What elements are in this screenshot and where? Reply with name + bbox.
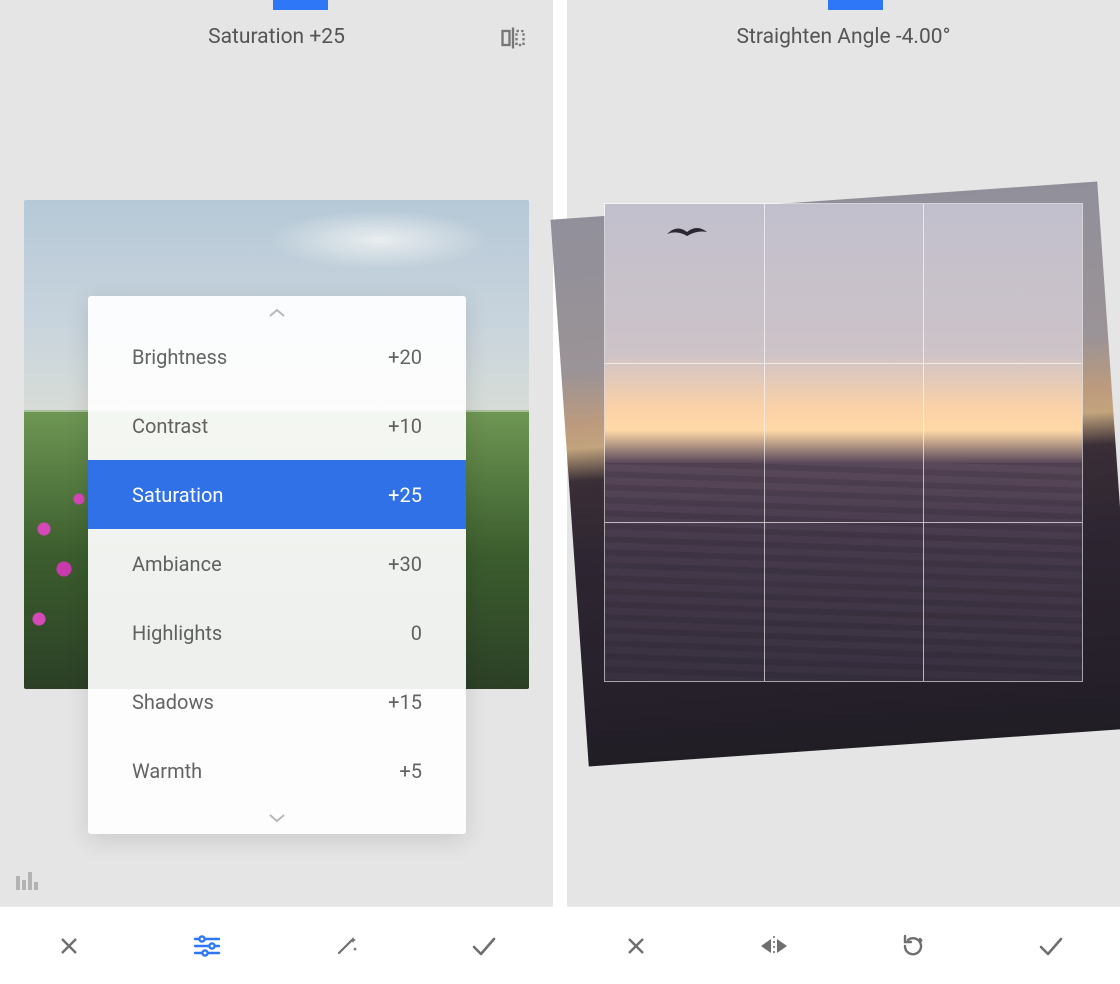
check-icon	[1037, 934, 1065, 958]
grid-line-h2	[605, 522, 1082, 523]
photo-detail-waves	[605, 463, 1082, 681]
adjust-value: +5	[399, 759, 422, 783]
adjustment-panel[interactable]: Brightness +20 Contrast +10 Saturation +25 Amb…	[88, 296, 466, 834]
adjust-value: +30	[388, 552, 422, 576]
header: Straighten Angle -4.00°	[567, 0, 1120, 74]
compare-icon	[499, 24, 527, 52]
bottom-toolbar	[567, 906, 1120, 984]
rotate-button[interactable]	[889, 922, 937, 970]
chevron-up-icon[interactable]	[88, 296, 466, 322]
adjust-row-warmth[interactable]: Warmth +5	[88, 736, 466, 805]
adjust-row-contrast[interactable]: Contrast +10	[88, 391, 466, 460]
adjustment-list: Brightness +20 Contrast +10 Saturation +25 Amb…	[88, 322, 466, 805]
confirm-button[interactable]	[460, 922, 508, 970]
auto-enhance-button[interactable]	[322, 922, 370, 970]
adjust-label: Shadows	[132, 690, 214, 714]
adjust-value: 0	[411, 621, 422, 645]
grid-line-v2	[923, 204, 924, 681]
photo-preview	[605, 204, 1082, 681]
adjust-label: Contrast	[132, 414, 208, 438]
adjust-label: Warmth	[132, 759, 202, 783]
adjust-label: Ambiance	[132, 552, 222, 576]
adjust-row-shadows[interactable]: Shadows +15	[88, 667, 466, 736]
adjust-sliders-icon	[193, 934, 221, 958]
grid-line-h1	[605, 363, 1082, 364]
edit-screen-tune: Saturation +25 Brightness +20 Contrast +10 S…	[0, 0, 553, 984]
rotate-ccw-icon	[900, 933, 926, 959]
adjust-label: Saturation	[132, 483, 223, 507]
rotation-wrapper	[581, 160, 1106, 790]
adjust-row-brightness[interactable]: Brightness +20	[88, 322, 466, 391]
adjust-label: Highlights	[132, 621, 222, 645]
adjust-value: +20	[388, 345, 422, 369]
adjust-row-highlights[interactable]: Highlights 0	[88, 598, 466, 667]
chevron-down-icon[interactable]	[88, 805, 466, 831]
bottom-toolbar	[0, 906, 553, 984]
header-title: Saturation +25	[208, 25, 345, 49]
crop-frame[interactable]	[605, 204, 1082, 681]
photo-detail-clouds	[269, 210, 489, 270]
flip-horizontal-icon	[759, 934, 789, 958]
adjust-row-saturation[interactable]: Saturation +25	[88, 460, 466, 529]
histogram-icon	[16, 870, 40, 890]
compare-button[interactable]	[491, 16, 535, 60]
close-icon	[57, 934, 81, 958]
flip-horizontal-button[interactable]	[750, 922, 798, 970]
photo-detail-bird	[665, 222, 709, 242]
header: Saturation +25	[0, 0, 553, 74]
close-button[interactable]	[45, 922, 93, 970]
close-button[interactable]	[612, 922, 660, 970]
magic-wand-icon	[333, 933, 359, 959]
adjust-label: Brightness	[132, 345, 227, 369]
histogram-button[interactable]	[16, 870, 40, 890]
adjust-sliders-button[interactable]	[183, 922, 231, 970]
adjust-row-ambiance[interactable]: Ambiance +30	[88, 529, 466, 598]
header-title: Straighten Angle -4.00°	[737, 25, 951, 49]
grid-line-v1	[764, 204, 765, 681]
check-icon	[470, 934, 498, 958]
image-canvas[interactable]	[581, 160, 1106, 790]
close-icon	[624, 934, 648, 958]
adjust-value: +25	[388, 483, 422, 507]
edit-screen-straighten: Straighten Angle -4.00°	[567, 0, 1120, 984]
adjust-value: +10	[388, 414, 422, 438]
adjust-value: +15	[388, 690, 422, 714]
confirm-button[interactable]	[1027, 922, 1075, 970]
